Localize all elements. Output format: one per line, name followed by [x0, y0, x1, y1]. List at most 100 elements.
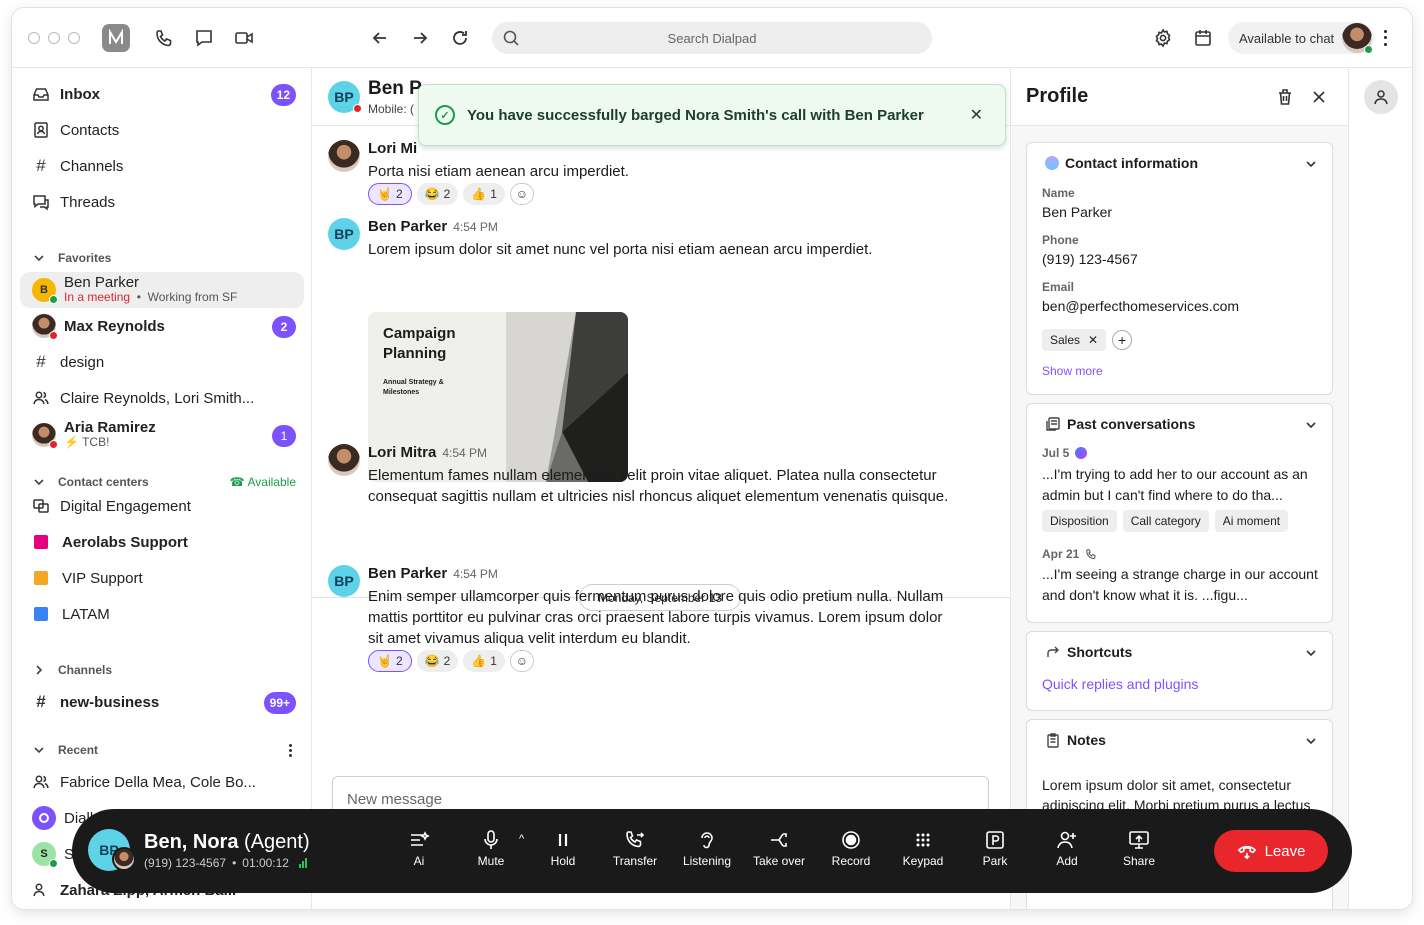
tag-ai-moment: Ai moment [1214, 510, 1289, 532]
more-options-icon[interactable] [289, 743, 292, 757]
sidebar-item-label: Inbox [60, 85, 100, 103]
card-header[interactable]: Shortcuts [1045, 644, 1132, 660]
add-reaction-icon[interactable]: ☺ [509, 183, 534, 205]
ear-icon [701, 832, 713, 849]
sidebar-item-channels[interactable]: # Channels [20, 149, 304, 183]
record-button[interactable]: Record [819, 829, 883, 868]
take-over-button[interactable]: Take over [747, 829, 811, 868]
status-selector[interactable]: Available to chat [1228, 22, 1374, 54]
card-header[interactable]: Contact information [1045, 155, 1198, 171]
favorite-group[interactable]: Claire Reynolds, Lori Smith... [20, 381, 304, 415]
contacts-icon [32, 121, 50, 139]
phone-value[interactable]: (919) 123-4567 [1042, 251, 1138, 267]
calendar-icon[interactable] [1193, 28, 1213, 48]
sidebar-item-inbox[interactable]: Inbox 12 [20, 77, 304, 111]
reaction-thumbs-up[interactable]: 👍 1 [463, 650, 505, 672]
reaction-rock[interactable]: 🤘 2 [368, 650, 412, 672]
avatar[interactable] [328, 444, 360, 476]
add-tag-icon[interactable]: + [1112, 330, 1133, 350]
contact-center-aerolabs[interactable]: Aerolabs Support [20, 525, 304, 559]
chevron-down-icon[interactable] [1304, 734, 1318, 748]
chevron-down-icon [34, 255, 44, 262]
reactions: 🤘 2 😂 2 👍 1 ☺ [368, 650, 534, 672]
reaction-thumbs-up[interactable]: 👍 1 [463, 183, 505, 205]
sender-name: Lori Mi [368, 140, 418, 157]
group-icon [32, 881, 50, 899]
close-window-button[interactable] [28, 32, 40, 44]
chevron-down-icon[interactable] [1304, 418, 1318, 432]
leave-call-button[interactable]: Leave [1214, 830, 1328, 872]
contact-centers-header[interactable]: Contact centers ☎ Available [32, 475, 296, 489]
contact-center-digital-engagement[interactable]: Digital Engagement [20, 489, 304, 523]
remove-tag-icon[interactable]: ✕ [1088, 333, 1098, 347]
recent-name: Fabrice Della Mea, Cole Bo... [60, 773, 256, 791]
mute-button[interactable]: Mute [459, 829, 523, 868]
app-window: Search Dialpad Available to chat Inbox 1… [12, 8, 1412, 909]
add-button[interactable]: Add [1035, 829, 1099, 868]
digital-engagement-icon [32, 497, 50, 515]
chevron-up-icon[interactable]: ^ [519, 833, 524, 845]
channel-new-business[interactable]: # new-business 99+ [20, 685, 304, 719]
chevron-down-icon[interactable] [1304, 157, 1318, 171]
reaction-laugh[interactable]: 😂 2 [416, 183, 459, 205]
favorite-max-reynolds[interactable]: Max Reynolds 2 [20, 309, 304, 343]
park-button[interactable]: Park [963, 829, 1027, 868]
call-details: (919) 123-4567 • 01:00:12 [144, 856, 307, 870]
gear-icon[interactable] [1153, 28, 1173, 48]
message-input[interactable]: New message [347, 791, 442, 808]
refresh-icon[interactable] [450, 28, 470, 48]
conversation-snippet[interactable]: ...I'm trying to add her to our account … [1042, 464, 1324, 506]
card-header[interactable]: Notes [1045, 732, 1106, 748]
chat-icon[interactable] [194, 28, 214, 48]
contact-center-latam[interactable]: LATAM [20, 597, 304, 631]
keypad-button[interactable]: Keypad [891, 829, 955, 868]
availability-status[interactable]: ☎ Available [230, 475, 296, 489]
recent-header[interactable]: Recent [32, 743, 296, 757]
contact-name: Max Reynolds [64, 317, 165, 335]
reaction-rock[interactable]: 🤘 2 [368, 183, 412, 205]
favorite-design[interactable]: # design [20, 345, 304, 379]
share-button[interactable]: Share [1107, 829, 1171, 868]
minimize-window-button[interactable] [48, 32, 60, 44]
phone-icon[interactable] [154, 28, 174, 48]
video-icon[interactable] [234, 28, 254, 48]
favorite-ben-parker[interactable]: B Ben Parker In a meeting • Working from… [20, 272, 304, 308]
hold-button[interactable]: Hold [531, 829, 595, 868]
avatar[interactable]: BP [328, 218, 360, 250]
forward-arrow-icon[interactable] [410, 28, 430, 48]
sidebar-item-contacts[interactable]: Contacts [20, 113, 304, 147]
email-value[interactable]: ben@perfecthomeservices.com [1042, 298, 1239, 314]
close-icon[interactable] [1309, 87, 1329, 107]
trash-icon[interactable] [1275, 87, 1295, 107]
profile-toggle-button[interactable] [1364, 80, 1398, 114]
quick-replies-link[interactable]: Quick replies and plugins [1042, 676, 1198, 692]
hang-up-icon [1237, 845, 1256, 860]
more-options-icon[interactable] [1380, 28, 1390, 48]
chevron-down-icon [34, 747, 44, 754]
channels-header[interactable]: Channels [32, 663, 112, 677]
avatar[interactable]: BP [328, 81, 362, 113]
sidebar: Inbox 12 Contacts # Channels Threads Fav… [12, 68, 312, 909]
contact-center-vip[interactable]: VIP Support [20, 561, 304, 595]
card-header[interactable]: Past conversations [1045, 416, 1195, 432]
maximize-window-button[interactable] [68, 32, 80, 44]
phone-icon [1086, 549, 1096, 560]
transfer-button[interactable]: Transfer [603, 829, 667, 868]
add-reaction-icon[interactable]: ☺ [509, 650, 534, 672]
avatar[interactable]: BP [328, 565, 360, 597]
show-more-link[interactable]: Show more [1042, 364, 1103, 378]
reaction-laugh[interactable]: 😂 2 [416, 650, 459, 672]
search-input[interactable]: Search Dialpad [492, 22, 932, 54]
chevron-down-icon[interactable] [1304, 646, 1318, 660]
favorite-aria-ramirez[interactable]: Aria Ramirez ⚡ TCB! 1 [20, 417, 304, 453]
close-icon[interactable]: ✕ [970, 105, 983, 125]
conversation-snippet[interactable]: ...I'm seeing a strange charge in our ac… [1042, 564, 1324, 606]
back-arrow-icon[interactable] [370, 28, 390, 48]
favorites-header[interactable]: Favorites [32, 251, 111, 265]
listening-button[interactable]: Listening [675, 829, 739, 868]
user-avatar[interactable] [1342, 23, 1373, 54]
sidebar-item-threads[interactable]: Threads [20, 185, 304, 219]
ai-button[interactable]: Ai [387, 829, 451, 868]
recent-item-group[interactable]: Fabrice Della Mea, Cole Bo... [20, 765, 304, 799]
avatar[interactable] [328, 140, 360, 172]
